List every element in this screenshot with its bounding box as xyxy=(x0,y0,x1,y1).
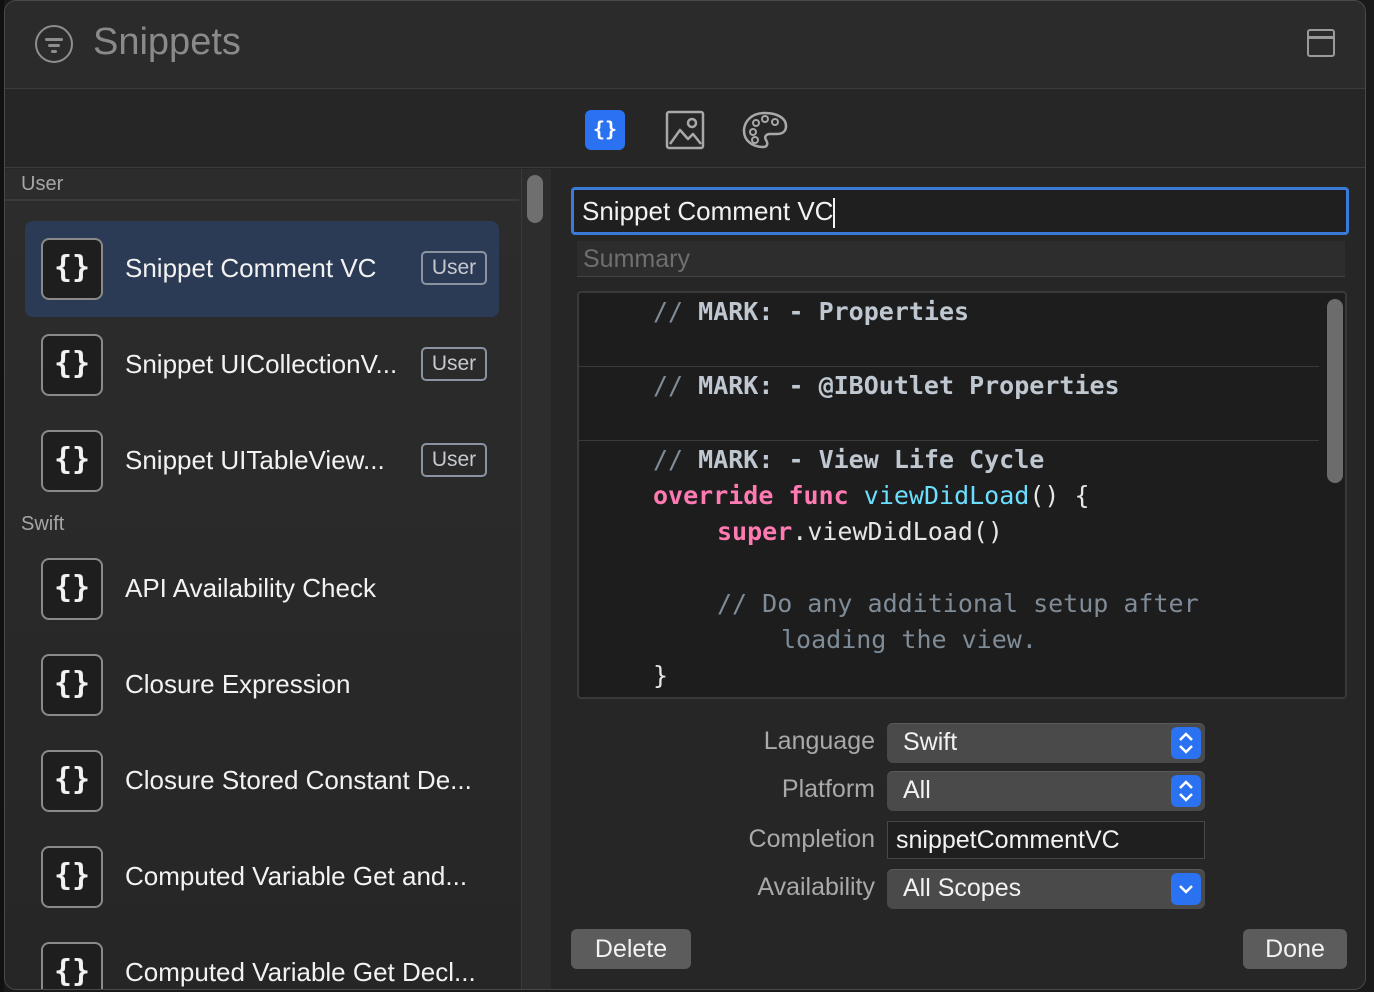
code-line: // MARK: - View Life Cycle xyxy=(653,445,1045,474)
list-item[interactable]: {} Snippet UITableView... User xyxy=(25,413,499,509)
snippet-title: Snippet UICollectionV... xyxy=(125,349,398,379)
list-item[interactable]: {} API Availability Check xyxy=(25,541,499,637)
section-header-swift: Swift xyxy=(21,513,65,535)
code-line: // MARK: - Properties xyxy=(653,297,970,326)
list-item[interactable]: {} Computed Variable Get and... xyxy=(25,829,499,925)
up-down-chevron-icon xyxy=(1171,775,1201,807)
filter-icon[interactable] xyxy=(35,25,73,63)
snippet-title: Closure Expression xyxy=(125,669,351,699)
library-tab-bar: {} xyxy=(5,90,1365,168)
window-layout-icon[interactable] xyxy=(1307,29,1335,57)
list-item[interactable]: {} Snippet UICollectionV... User xyxy=(25,317,499,413)
snippet-list: User {} Snippet Comment VC User {} Snipp… xyxy=(5,169,551,989)
section-divider xyxy=(5,199,519,201)
snippet-icon: {} xyxy=(41,334,103,396)
snippet-icon: {} xyxy=(41,846,103,908)
platform-label: Platform xyxy=(781,775,875,803)
media-tab[interactable] xyxy=(665,110,705,150)
completion-field[interactable]: snippetCommentVC xyxy=(887,821,1205,859)
code-line: super.viewDidLoad() xyxy=(717,517,1003,546)
snippet-title: Snippet UITableView... xyxy=(125,445,385,475)
completion-label: Completion xyxy=(748,825,875,853)
image-icon xyxy=(665,110,705,150)
list-scrollbar[interactable] xyxy=(521,169,551,989)
snippet-title: Computed Variable Get and... xyxy=(125,861,468,891)
snippet-icon: {} xyxy=(41,942,103,989)
user-badge: User xyxy=(421,251,487,285)
snippet-icon: {} xyxy=(41,558,103,620)
code-snippets-tab[interactable]: {} xyxy=(585,110,625,150)
list-item[interactable]: {} Closure Expression xyxy=(25,637,499,733)
code-line: } xyxy=(653,661,669,690)
delete-button[interactable]: Delete xyxy=(571,929,691,969)
platform-popup[interactable]: All xyxy=(887,771,1205,811)
snippet-name-value: Snippet Comment VC xyxy=(582,196,834,226)
language-label: Language xyxy=(763,727,875,755)
platform-value: All xyxy=(903,776,931,804)
availability-popup[interactable]: All Scopes xyxy=(887,869,1205,909)
code-line: // MARK: - @IBOutlet Properties xyxy=(653,371,1120,400)
list-item[interactable]: {} Closure Stored Constant De... xyxy=(25,733,499,829)
code-scrollbar-thumb[interactable] xyxy=(1327,299,1343,483)
snippet-icon: {} xyxy=(41,750,103,812)
summary-field[interactable]: Summary xyxy=(577,241,1345,277)
snippet-title: API Availability Check xyxy=(125,573,376,603)
snippet-icon: {} xyxy=(41,654,103,716)
code-line: // Do any additional setup after xyxy=(717,589,1199,618)
availability-value: All Scopes xyxy=(903,874,1022,902)
snippets-window: Snippets {} User {} Snippet Comment VC U… xyxy=(4,0,1366,990)
snippet-detail-pane: Snippet Comment VC Summary // MARK: - Pr… xyxy=(551,169,1365,989)
snippet-icon: {} xyxy=(41,430,103,492)
chevron-down-icon xyxy=(1171,873,1201,905)
done-button[interactable]: Done xyxy=(1243,929,1347,969)
palette-icon xyxy=(742,111,788,149)
user-badge: User xyxy=(421,347,487,381)
code-line: override func viewDidLoad() { xyxy=(653,481,1090,510)
text-caret xyxy=(833,198,836,229)
curly-braces-icon: {} xyxy=(592,117,618,141)
code-editor[interactable]: // MARK: - Properties // MARK: - @IBOutl… xyxy=(577,291,1347,699)
list-item[interactable]: {} Snippet Comment VC User xyxy=(25,221,499,317)
section-header-user: User xyxy=(21,173,64,195)
list-scrollbar-thumb[interactable] xyxy=(527,175,543,223)
colors-tab[interactable] xyxy=(741,110,788,150)
snippet-title: Snippet Comment VC xyxy=(125,253,377,283)
up-down-chevron-icon xyxy=(1171,727,1201,759)
code-line: loading the view. xyxy=(781,625,1037,654)
list-item[interactable]: {} Computed Variable Get Decl... xyxy=(25,925,499,989)
snippet-icon: {} xyxy=(41,238,103,300)
language-popup[interactable]: Swift xyxy=(887,723,1205,763)
window-title: Snippets xyxy=(93,21,241,63)
snippet-title: Computed Variable Get Decl... xyxy=(125,957,476,987)
snippet-name-field[interactable]: Snippet Comment VC xyxy=(571,187,1349,235)
user-badge: User xyxy=(421,443,487,477)
title-bar: Snippets xyxy=(5,1,1365,89)
availability-label: Availability xyxy=(757,873,875,901)
language-value: Swift xyxy=(903,728,958,756)
snippet-title: Closure Stored Constant De... xyxy=(125,765,472,795)
